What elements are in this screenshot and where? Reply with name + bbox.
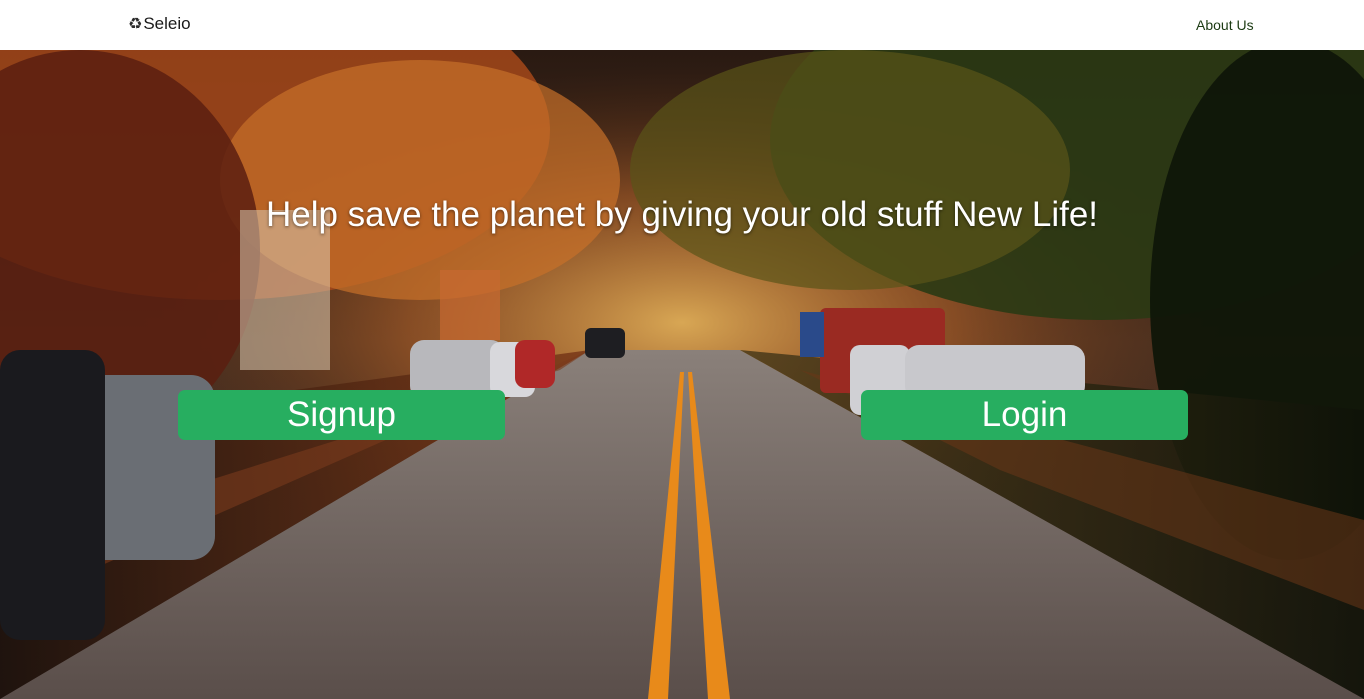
recycle-icon: ♻ (128, 14, 143, 33)
hero-background-image (0, 50, 1364, 699)
about-us-link[interactable]: About Us (1196, 17, 1254, 33)
hero-section: Help save the planet by giving your old … (0, 50, 1364, 699)
signup-button[interactable]: Signup (178, 390, 505, 440)
brand-logo-link[interactable]: ♻ Seleio (128, 14, 191, 34)
hero-headline: Help save the planet by giving your old … (265, 195, 1099, 234)
brand-name: Seleio (143, 14, 191, 33)
top-navbar: ♻ Seleio About Us (0, 0, 1364, 50)
login-button[interactable]: Login (861, 390, 1188, 440)
